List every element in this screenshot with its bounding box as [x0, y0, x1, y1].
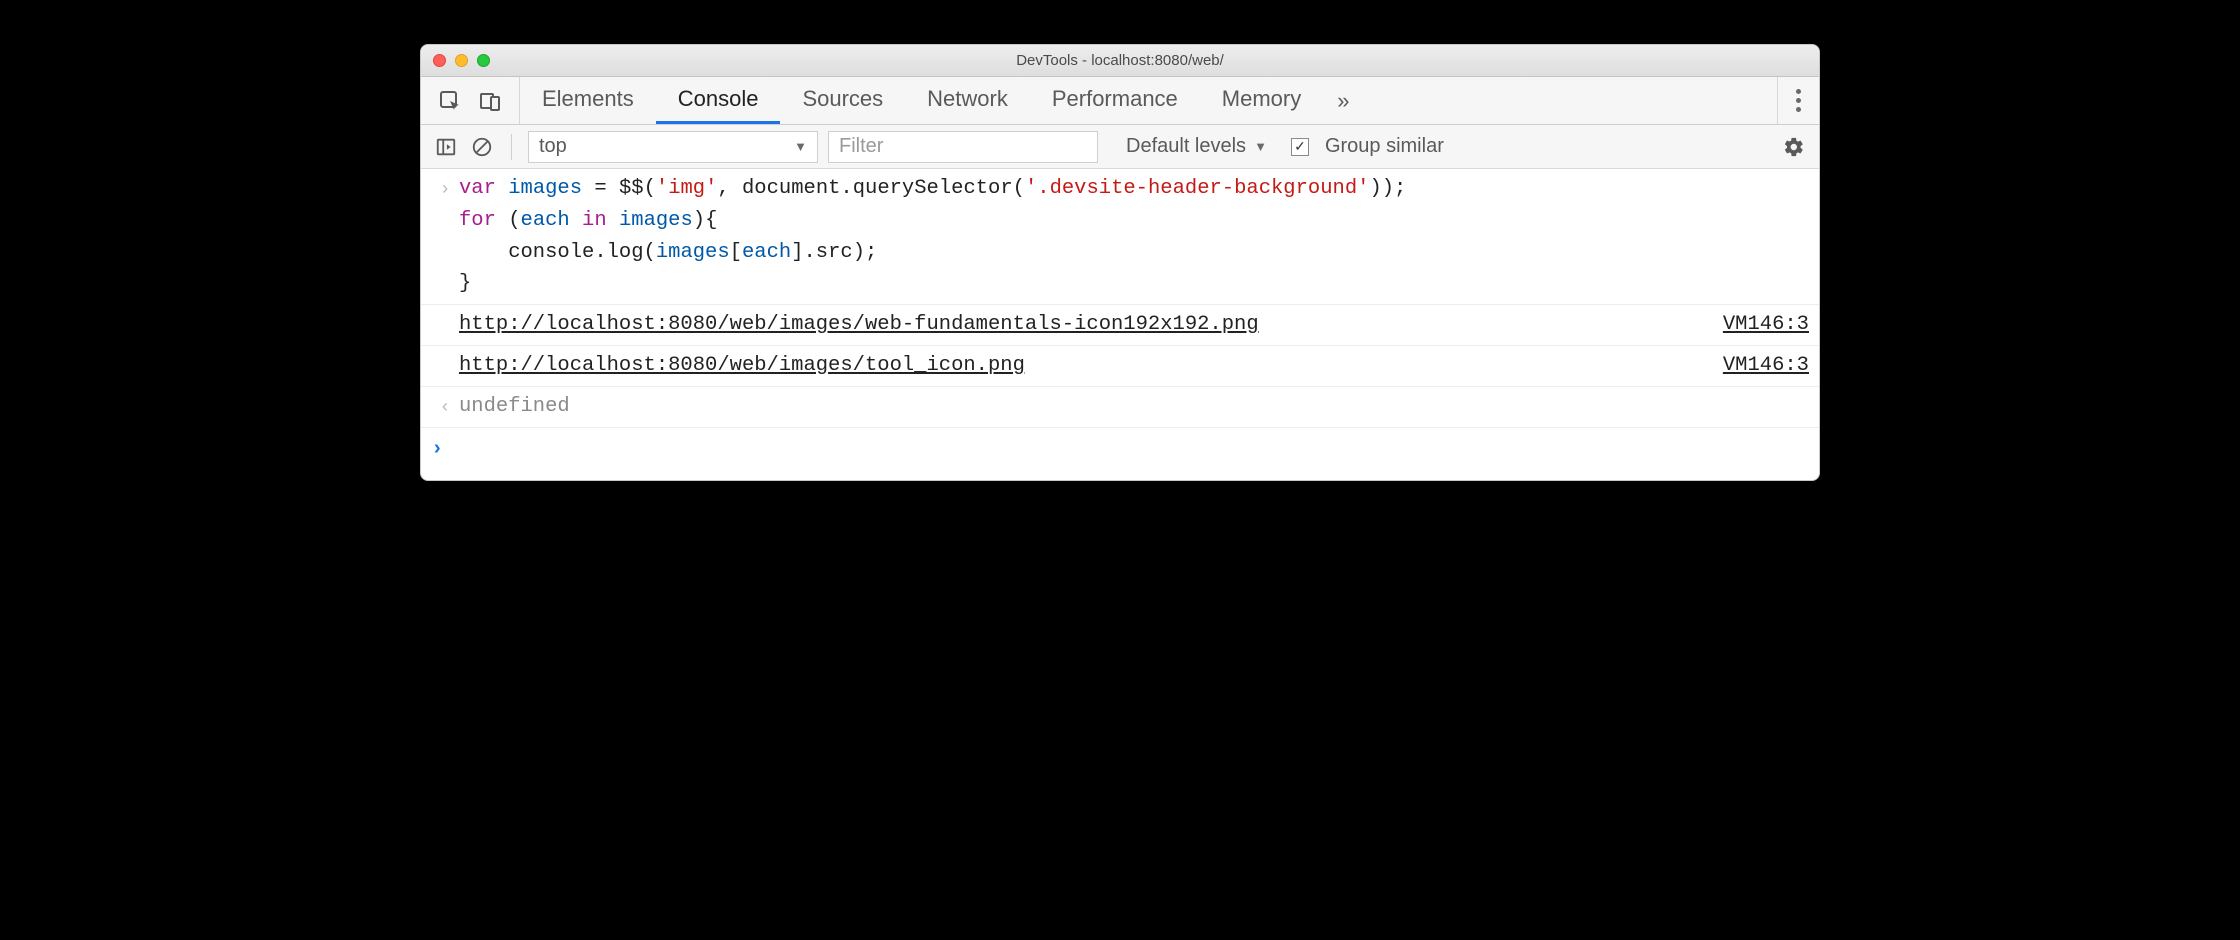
- tab-sources[interactable]: Sources: [780, 77, 905, 124]
- tabbar-left-tools: [421, 77, 520, 124]
- group-similar-checkbox[interactable]: ✓: [1291, 138, 1309, 156]
- devtools-tabbar: Elements Console Sources Network Perform…: [421, 77, 1819, 125]
- dropdown-triangle-icon: ▼: [794, 139, 807, 154]
- tab-console[interactable]: Console: [656, 77, 781, 124]
- titlebar: DevTools - localhost:8080/web/: [421, 45, 1819, 77]
- context-selector[interactable]: top ▼: [528, 131, 818, 163]
- console-return-row: undefined: [421, 387, 1819, 429]
- chevron-double-right-icon: »: [1337, 88, 1349, 114]
- maximize-button[interactable]: [477, 54, 490, 67]
- context-value: top: [539, 135, 567, 158]
- tab-label: Console: [678, 86, 759, 112]
- input-code[interactable]: var images = $$('img', document.querySel…: [459, 173, 1809, 300]
- tab-network[interactable]: Network: [905, 77, 1030, 124]
- tab-label: Performance: [1052, 86, 1178, 112]
- group-similar-label: Group similar: [1325, 135, 1444, 158]
- panel-tabs: Elements Console Sources Network Perform…: [520, 77, 1323, 124]
- tabbar-right: [1777, 77, 1819, 124]
- console-log-row: http://localhost:8080/web/images/web-fun…: [421, 305, 1819, 346]
- toggle-sidebar-icon[interactable]: [433, 134, 459, 160]
- console-toolbar: top ▼ Default levels ▼ ✓ Group similar: [421, 125, 1819, 169]
- log-message: http://localhost:8080/web/images/tool_ic…: [459, 350, 1703, 382]
- console-log-row: http://localhost:8080/web/images/tool_ic…: [421, 346, 1819, 387]
- console-body: var images = $$('img', document.querySel…: [421, 169, 1819, 480]
- gutter: [431, 350, 459, 382]
- settings-menu-button[interactable]: [1790, 83, 1807, 118]
- window-title: DevTools - localhost:8080/web/: [421, 52, 1819, 69]
- filter-input[interactable]: [828, 131, 1098, 163]
- tab-label: Elements: [542, 86, 634, 112]
- tabs-overflow-button[interactable]: »: [1323, 77, 1363, 124]
- return-value: undefined: [459, 391, 1809, 424]
- devtools-window: DevTools - localhost:8080/web/ Elements …: [420, 44, 1820, 481]
- clear-console-icon[interactable]: [469, 134, 495, 160]
- tab-performance[interactable]: Performance: [1030, 77, 1200, 124]
- minimize-button[interactable]: [455, 54, 468, 67]
- device-toggle-icon[interactable]: [477, 88, 503, 114]
- close-button[interactable]: [433, 54, 446, 67]
- inspect-element-icon[interactable]: [437, 88, 463, 114]
- input-marker-icon: [431, 173, 459, 300]
- console-settings-icon[interactable]: [1781, 134, 1807, 160]
- tab-label: Memory: [1222, 86, 1301, 112]
- log-message: http://localhost:8080/web/images/web-fun…: [459, 309, 1703, 341]
- tab-label: Network: [927, 86, 1008, 112]
- console-prompt-row: ›: [421, 428, 1819, 480]
- gutter: [431, 309, 459, 341]
- log-url-link[interactable]: http://localhost:8080/web/images/web-fun…: [459, 313, 1259, 336]
- tab-memory[interactable]: Memory: [1200, 77, 1323, 124]
- levels-label: Default levels: [1126, 135, 1246, 158]
- log-source-link[interactable]: VM146:3: [1703, 350, 1809, 382]
- prompt-chevron-icon: ›: [431, 434, 459, 466]
- console-prompt-input[interactable]: [459, 434, 1809, 466]
- console-input-echo: var images = $$('img', document.querySel…: [421, 169, 1819, 305]
- tab-elements[interactable]: Elements: [520, 77, 656, 124]
- dropdown-triangle-icon: ▼: [1254, 139, 1267, 154]
- return-marker-icon: [431, 391, 459, 424]
- divider: [511, 134, 512, 160]
- traffic-lights: [433, 54, 490, 67]
- log-source-link[interactable]: VM146:3: [1703, 309, 1809, 341]
- log-url-link[interactable]: http://localhost:8080/web/images/tool_ic…: [459, 354, 1025, 377]
- tab-label: Sources: [802, 86, 883, 112]
- log-levels-selector[interactable]: Default levels ▼: [1126, 135, 1267, 158]
